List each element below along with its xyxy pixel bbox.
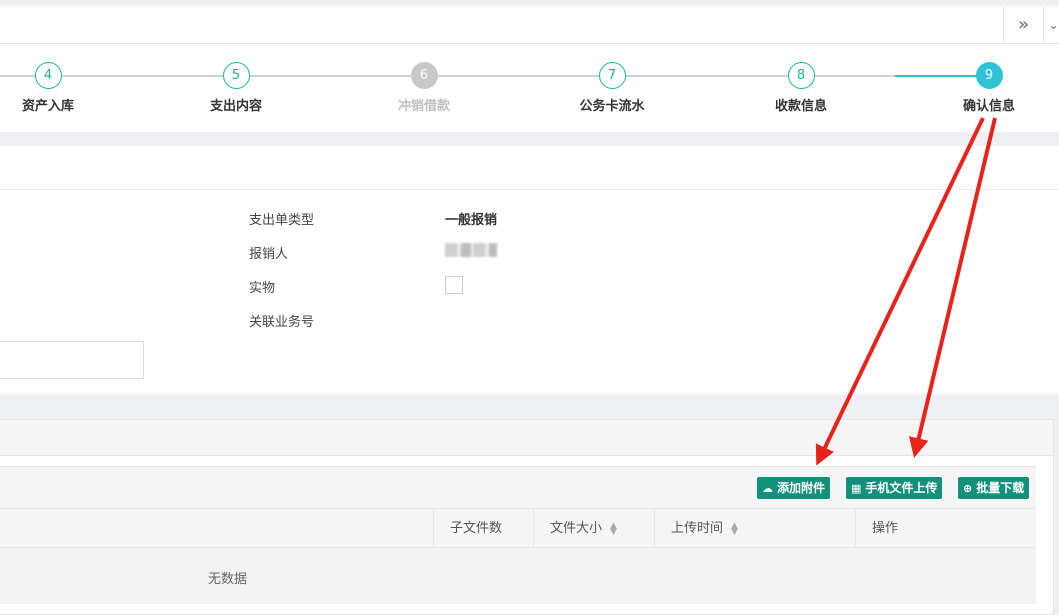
batch-download-button[interactable]: ⊕ 批量下载 <box>958 477 1030 499</box>
step-number: 4 <box>34 62 62 89</box>
column-label: 上传时间 <box>671 521 724 536</box>
attachment-panel-header <box>0 420 1053 456</box>
step-5[interactable]: 5 支出内容 <box>176 62 296 114</box>
step-number: 7 <box>598 62 626 89</box>
step-number: 8 <box>787 62 815 89</box>
step-label: 确认信息 <box>962 99 1015 114</box>
cloud-upload-icon: ☁ <box>762 482 773 495</box>
column-file-size[interactable]: 文件大小 ▲ ▼ <box>533 509 654 548</box>
step-7[interactable]: 7 公务卡流水 <box>552 62 672 114</box>
step-8[interactable]: 8 收款信息 <box>741 62 861 114</box>
physical-checkbox[interactable] <box>445 276 463 294</box>
batch-download-label: 批量下载 <box>976 481 1025 495</box>
remark-input[interactable] <box>0 341 144 379</box>
step-label: 资产入库 <box>21 99 74 114</box>
sort-icon[interactable]: ▲ ▼ <box>610 521 617 536</box>
expense-type-label: 支出单类型 <box>249 213 315 228</box>
step-number: 5 <box>222 62 250 89</box>
add-attachment-button[interactable]: ☁ 添加附件 <box>757 477 831 499</box>
attachment-toolbar: ☁ 添加附件 ▦ 手机文件上传 ⊕ 批量下载 <box>0 466 1036 508</box>
step-label: 收款信息 <box>774 99 827 114</box>
qr-code-icon: ▦ <box>851 482 862 495</box>
download-icon: ⊕ <box>963 482 973 495</box>
step-label: 支出内容 <box>209 99 262 114</box>
physical-label: 实物 <box>249 281 276 296</box>
column-label: 操作 <box>872 521 899 536</box>
step-progress: 4 资产入库 5 支出内容 6 冲销借款 7 公务卡流水 8 收款信息 9 确认… <box>0 44 1059 132</box>
expense-type-value: 一般报销 <box>445 213 498 228</box>
column-subfile-count: 子文件数 <box>433 509 533 548</box>
column-label: 子文件数 <box>450 521 503 536</box>
attachment-table-header: 子文件数 文件大小 ▲ ▼ 上传时间 ▲ ▼ 操作 <box>0 508 1036 548</box>
chevron-down-icon[interactable]: ⌄ <box>1043 6 1059 43</box>
attachment-table-body: 无数据 <box>0 548 1036 604</box>
expense-form: 支出单类型 一般报销 报销人 实物 关联业务号 <box>0 190 1059 394</box>
step-6: 6 冲销借款 <box>364 62 484 114</box>
add-attachment-label: 添加附件 <box>777 481 826 495</box>
top-toolbar: » ⌄ <box>0 6 1059 44</box>
step-label: 冲销借款 <box>397 99 450 114</box>
double-chevron-right-icon[interactable]: » <box>1003 6 1043 43</box>
related-no-label: 关联业务号 <box>249 315 315 330</box>
step-number: 9 <box>975 62 1003 89</box>
step-label: 公务卡流水 <box>579 99 645 114</box>
claimant-value-blurred <box>445 243 497 257</box>
step-9[interactable]: 9 确认信息 <box>929 62 1049 114</box>
column-actions: 操作 <box>855 509 1036 548</box>
mobile-upload-label: 手机文件上传 <box>865 481 938 495</box>
attachment-panel: ☁ 添加附件 ▦ 手机文件上传 ⊕ 批量下载 子文件数 文件大小 ▲ ▼ 上传时间 ▲ ▼ 操… <box>0 419 1054 615</box>
column-upload-time[interactable]: 上传时间 ▲ ▼ <box>654 509 855 548</box>
mobile-upload-button[interactable]: ▦ 手机文件上传 <box>846 477 943 499</box>
sort-icon[interactable]: ▲ ▼ <box>731 521 738 536</box>
empty-text: 无数据 <box>208 572 248 587</box>
section-header <box>0 146 1059 190</box>
step-number: 6 <box>410 62 438 89</box>
step-4[interactable]: 4 资产入库 <box>0 62 108 114</box>
column-label: 文件大小 <box>550 521 603 536</box>
claimant-label: 报销人 <box>249 247 289 262</box>
